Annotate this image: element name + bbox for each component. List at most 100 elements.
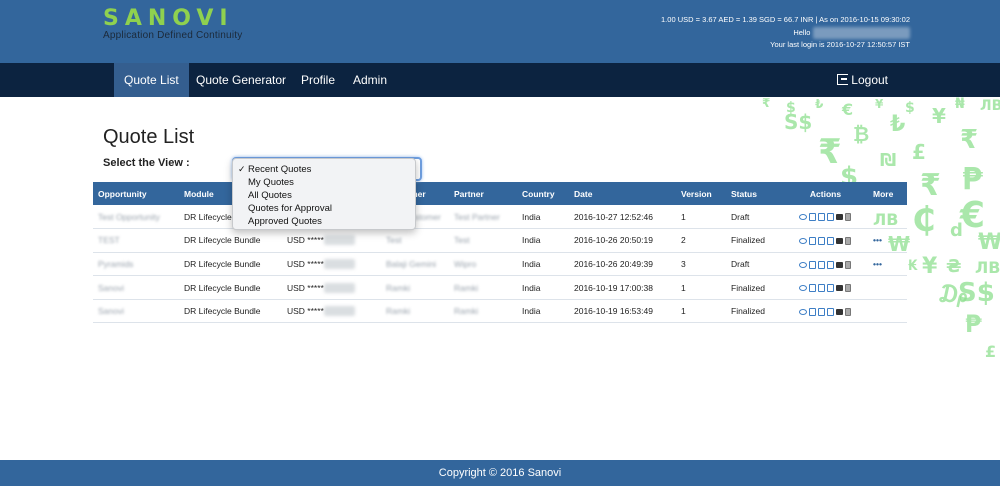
- cell-opportunity[interactable]: Sanovi: [93, 299, 179, 324]
- greeting: Hello xxxxxxxxxxxxxxxxxxxxxxxxxx: [661, 27, 910, 39]
- cell-opportunity[interactable]: Test Opportunity: [93, 205, 179, 230]
- download-icon[interactable]: [826, 260, 834, 269]
- cell-date: 2016-10-19 16:53:49: [569, 299, 676, 324]
- version-value: 1: [681, 306, 686, 317]
- sanovi-logo[interactable]: SANOVI Application Defined Continuity: [103, 8, 243, 42]
- cell-module: DR Lifecycle Bundle: [179, 228, 282, 253]
- col-country[interactable]: Country: [517, 182, 569, 205]
- pdf-icon[interactable]: [808, 284, 816, 293]
- cell-price: USD *****000,000: [282, 299, 381, 324]
- nav-profile[interactable]: Profile: [291, 63, 345, 97]
- price-value: USD *****: [287, 258, 324, 269]
- more-options-icon[interactable]: •••: [873, 259, 882, 269]
- partner-value: Wipro: [454, 258, 477, 269]
- option-label: Recent Quotes: [248, 164, 312, 175]
- download-icon[interactable]: [826, 284, 834, 293]
- view-option-quotes-for-approval[interactable]: Quotes for Approval: [233, 202, 415, 215]
- edit-icon[interactable]: [817, 307, 825, 316]
- cell-more: [868, 275, 907, 300]
- view-option-approved-quotes[interactable]: Approved Quotes: [233, 215, 415, 228]
- edit-icon[interactable]: [817, 260, 825, 269]
- delete-icon[interactable]: [844, 307, 851, 316]
- delete-icon[interactable]: [844, 260, 851, 269]
- cell-more: [868, 205, 907, 230]
- download-icon[interactable]: [826, 213, 834, 222]
- cell-customer: Ramki: [381, 275, 449, 300]
- email-icon[interactable]: [835, 261, 843, 268]
- main-nav: Quote List Quote Generator Profile Admin…: [0, 63, 1000, 97]
- email-icon[interactable]: [835, 285, 843, 292]
- opportunity-value: Sanovi: [98, 306, 124, 317]
- cell-partner: Test Partner: [449, 205, 517, 230]
- cell-version: 2: [676, 228, 726, 253]
- cell-opportunity[interactable]: Pyramids: [93, 252, 179, 277]
- pdf-icon[interactable]: [808, 237, 816, 246]
- view-select-label: Select the View :: [103, 157, 190, 169]
- edit-icon[interactable]: [817, 237, 825, 246]
- col-status[interactable]: Status: [726, 182, 783, 205]
- cell-opportunity[interactable]: Sanovi: [93, 275, 179, 300]
- col-version[interactable]: Version: [676, 182, 726, 205]
- footer: Copyright © 2016 Sanovi: [0, 460, 1000, 486]
- nav-quote-generator[interactable]: Quote Generator: [186, 63, 296, 97]
- quote-table: Opportunity Module Customer Partner Coun…: [93, 182, 907, 324]
- delete-icon[interactable]: [844, 237, 851, 246]
- delete-icon[interactable]: [844, 284, 851, 293]
- view-icon[interactable]: [798, 214, 807, 221]
- customer-value: Ramki: [386, 282, 411, 293]
- table-row: Pyramids DR Lifecycle Bundle USD *****000,…: [93, 252, 907, 277]
- cell-status: Finalized: [726, 228, 783, 253]
- view-icon[interactable]: [798, 238, 807, 245]
- cell-opportunity[interactable]: TEST: [93, 228, 179, 253]
- edit-icon[interactable]: [817, 213, 825, 222]
- price-value: USD *****: [287, 235, 324, 246]
- view-option-my-quotes[interactable]: My Quotes: [233, 176, 415, 189]
- col-opportunity[interactable]: Opportunity: [93, 182, 179, 205]
- email-icon[interactable]: [835, 214, 843, 221]
- logout-icon: [837, 74, 849, 85]
- status-value: Draft: [731, 258, 750, 269]
- download-icon[interactable]: [826, 307, 834, 316]
- col-partner[interactable]: Partner: [449, 182, 517, 205]
- view-option-all-quotes[interactable]: All Quotes: [233, 189, 415, 202]
- customer-value: Ramki: [386, 306, 411, 317]
- app-header: SANOVI Application Defined Continuity 1.…: [0, 0, 1000, 63]
- download-icon[interactable]: [826, 237, 834, 246]
- logout-button[interactable]: Logout: [837, 63, 888, 97]
- view-icon[interactable]: [798, 285, 807, 292]
- more-options-icon[interactable]: •••: [873, 235, 882, 245]
- cell-date: 2016-10-27 12:52:46: [569, 205, 676, 230]
- view-option-recent-quotes[interactable]: ✓ Recent Quotes: [233, 163, 415, 176]
- exchange-rates: 1.00 USD = 3.67 AED = 1.39 SGD = 66.7 IN…: [661, 15, 910, 24]
- partner-value: Test Partner: [454, 211, 500, 222]
- delete-icon[interactable]: [844, 213, 851, 222]
- status-value: Finalized: [731, 306, 766, 317]
- pdf-icon[interactable]: [808, 260, 816, 269]
- cell-customer: Test: [381, 228, 449, 253]
- date-value: 2016-10-26 20:49:39: [574, 258, 653, 269]
- partner-value: Ramki: [454, 282, 479, 293]
- email-icon[interactable]: [835, 238, 843, 245]
- opportunity-value: TEST: [98, 235, 120, 246]
- nav-quote-list[interactable]: Quote List: [114, 63, 189, 97]
- view-icon[interactable]: [798, 261, 807, 268]
- cell-status: Draft: [726, 205, 783, 230]
- email-icon[interactable]: [835, 308, 843, 315]
- date-value: 2016-10-19 17:00:38: [574, 282, 653, 293]
- cell-more: •••: [868, 252, 907, 277]
- logo-tagline: Application Defined Continuity: [103, 30, 243, 41]
- country-value: India: [522, 306, 541, 317]
- view-icon[interactable]: [798, 308, 807, 315]
- cell-actions: [783, 205, 868, 230]
- cell-module: DR Lifecycle Bundle: [179, 299, 282, 324]
- checkmark-icon: ✓: [238, 164, 246, 174]
- pdf-icon[interactable]: [808, 307, 816, 316]
- nav-admin[interactable]: Admin: [343, 63, 397, 97]
- date-value: 2016-10-19 16:53:49: [574, 306, 653, 317]
- col-date[interactable]: Date: [569, 182, 676, 205]
- pdf-icon[interactable]: [808, 213, 816, 222]
- edit-icon[interactable]: [817, 284, 825, 293]
- customer-value: Balaji Gemini: [386, 258, 437, 269]
- page-title: Quote List: [103, 126, 195, 148]
- option-label: Quotes for Approval: [248, 203, 332, 214]
